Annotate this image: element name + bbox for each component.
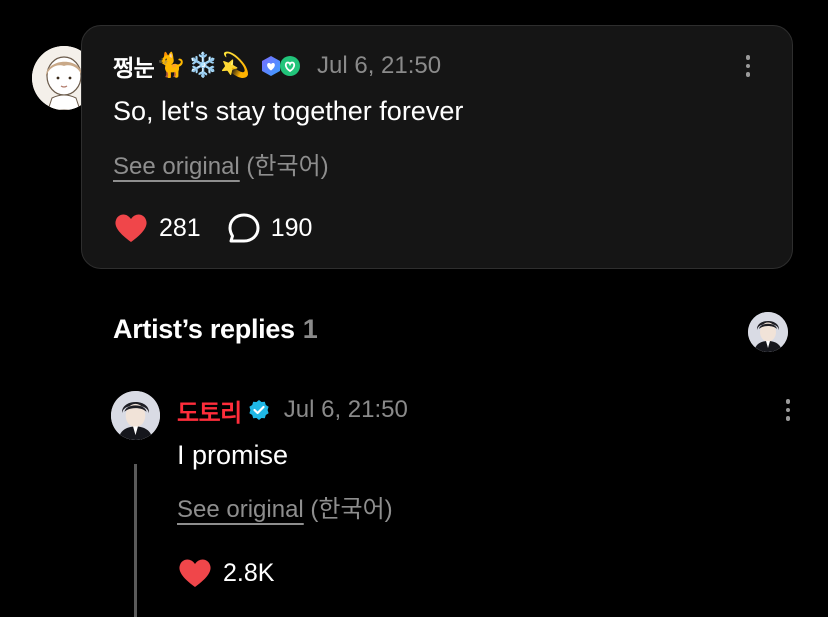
comment-author-row: 쩡눈 🐈 ❄️ 💫 Jul 6, 21:50: [113, 48, 441, 84]
artist-avatar-small[interactable]: [748, 312, 788, 352]
reply-author-name[interactable]: 도토리: [177, 393, 242, 428]
reply-text: I promise: [177, 440, 289, 470]
artist-portrait-image: [748, 312, 788, 352]
reply-count: 190: [270, 213, 313, 242]
comment-timestamp: Jul 6, 21:50: [317, 52, 442, 79]
artist-replies-title: Artist’s replies: [113, 314, 295, 344]
kebab-dot: [785, 399, 791, 404]
dizzy-star-emoji: 💫: [220, 52, 250, 79]
snowflake-emoji: ❄️: [188, 52, 219, 79]
see-original-link[interactable]: See original: [113, 153, 240, 180]
reply-like-count: 2.8K: [223, 558, 275, 587]
reply-stats-row: 2.8K: [177, 555, 274, 591]
cat-emoji: 🐈: [156, 52, 187, 79]
speech-bubble-icon[interactable]: [227, 212, 261, 244]
comment-translation-row: See original (한국어): [113, 146, 329, 181]
reply-timestamp: Jul 6, 21:50: [283, 396, 408, 423]
verified-badge-icon: [249, 400, 269, 420]
kebab-dot: [745, 55, 751, 60]
comment-text: So, let's stay together forever: [113, 96, 464, 126]
heart-icon[interactable]: [177, 557, 213, 589]
reply-thread-line: [134, 464, 137, 617]
fan-heart-badge-icon: [280, 56, 300, 76]
kebab-dot: [745, 63, 751, 69]
like-count: 281: [159, 213, 201, 242]
heart-icon[interactable]: [113, 212, 149, 244]
reply-see-original-link[interactable]: See original: [177, 496, 304, 523]
kebab-dot: [745, 72, 751, 77]
post-comment-thread: 쩡눈 🐈 ❄️ 💫 Jul 6, 21:50 So, let's stay to…: [0, 0, 828, 617]
comment-card[interactable]: 쩡눈 🐈 ❄️ 💫 Jul 6, 21:50 So, let's stay to…: [81, 25, 793, 269]
comment-stats-row: 281 190: [113, 210, 312, 246]
source-language-label: (한국어): [246, 153, 329, 180]
comment-more-options-icon[interactable]: [738, 51, 758, 81]
reply-translation-row: See original (한국어): [177, 489, 393, 524]
kebab-dot: [785, 407, 791, 413]
kebab-dot: [785, 416, 791, 421]
reply-more-options-icon[interactable]: [778, 395, 798, 425]
artist-replies-heading: Artist’s replies 1: [113, 314, 318, 345]
artist-replies-count: 1: [302, 314, 318, 344]
reply-source-language-label: (한국어): [310, 496, 393, 523]
comment-author-name[interactable]: 쩡눈: [113, 49, 155, 83]
reply-author-avatar[interactable]: [111, 391, 160, 440]
reply-author-row: 도토리 Jul 6, 21:50: [177, 392, 408, 428]
artist-portrait-image: [111, 391, 160, 440]
author-badges: [260, 55, 301, 77]
